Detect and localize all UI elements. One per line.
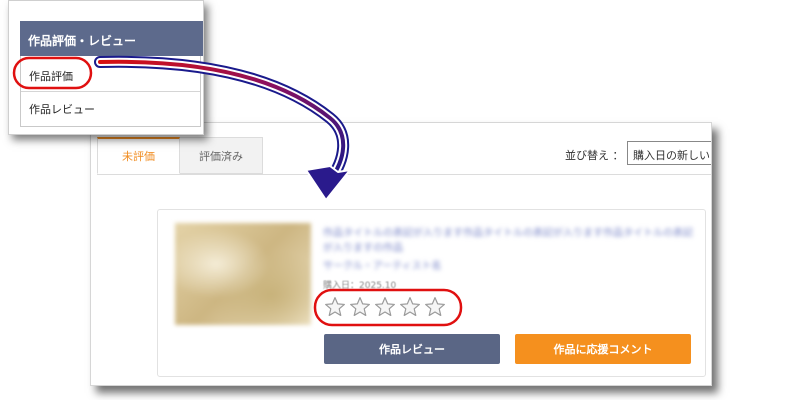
menu-item-review[interactable]: 作品レビュー [29,101,95,117]
star-rating[interactable] [324,296,446,318]
tab-rated[interactable]: 評価済み [180,137,263,174]
sort-select[interactable]: 購入日の新しい [627,141,711,165]
menu-header: 作品評価・レビュー [20,21,203,56]
tab-bar: 未評価 評価済み [97,137,263,175]
menu-panel: 作品評価・レビュー 作品評価 作品レビュー [8,0,204,135]
main-panel: 未評価 評価済み 並び替え ： 購入日の新しい 作品タイトルの表記が入ります作品… [90,122,712,386]
star-icon[interactable] [374,296,396,318]
star-icon[interactable] [349,296,371,318]
item-title[interactable]: 作品タイトルの表記が入ります作品タイトルの表記が入ります作品タイトルの表記が入り… [323,226,693,256]
write-review-button[interactable]: 作品レビュー [324,334,500,364]
star-icon[interactable] [324,296,346,318]
purchase-date-label: 購入日： [323,281,360,291]
item-author[interactable]: サークル・アーティスト名 [323,257,442,272]
sort-label: 並び替え ： [565,149,624,162]
tab-unrated[interactable]: 未評価 [97,137,180,174]
menu-list: 作品評価 作品レビュー [20,56,201,127]
star-icon[interactable] [424,296,446,318]
support-comment-button[interactable]: 作品に応援コメント [515,334,691,364]
purchase-date-value: 2025.10 [359,281,397,291]
item-card: 作品タイトルの表記が入ります作品タイトルの表記が入ります作品タイトルの表記が入り… [157,209,706,377]
purchase-date: 購入日：2025.10 [323,278,396,291]
item-thumbnail[interactable] [175,223,311,325]
menu-divider [21,91,200,92]
tab-divider [97,174,711,175]
menu-item-rating[interactable]: 作品評価 [29,68,73,84]
star-icon[interactable] [399,296,421,318]
